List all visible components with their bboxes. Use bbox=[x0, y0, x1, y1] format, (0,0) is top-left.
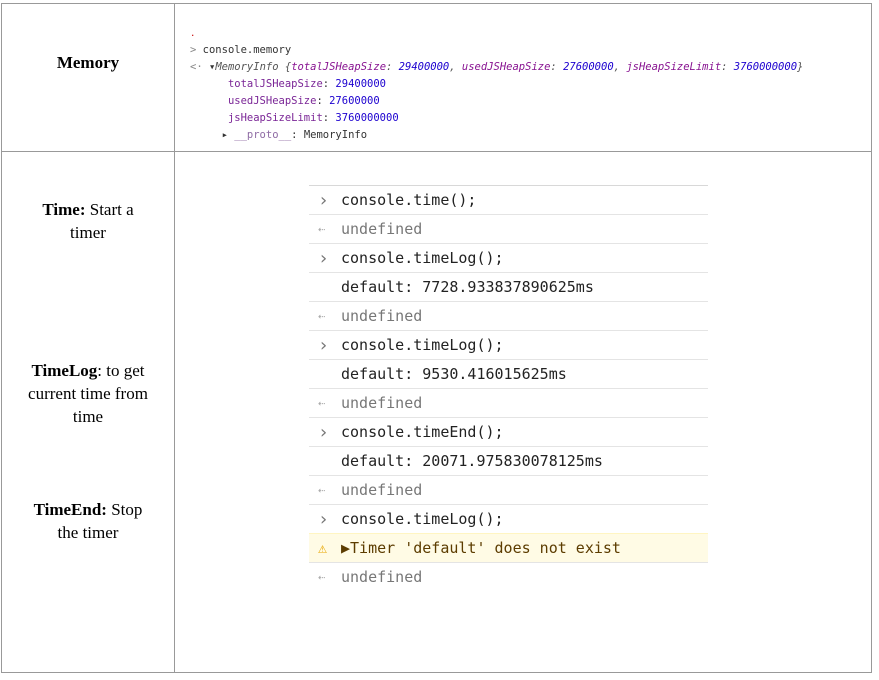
console-row-input: › console.timeLog(); bbox=[309, 330, 708, 359]
timelog-label: TimeLog: to get current time from time bbox=[2, 359, 174, 428]
console-row-input: › console.timeLog(); bbox=[309, 504, 708, 533]
timelog-label-rest: : to get bbox=[97, 361, 145, 380]
memory-proto-line[interactable]: ▸ __proto__: MemoryInfo bbox=[190, 127, 803, 144]
chevron-right-icon: > bbox=[190, 44, 197, 56]
console-row-text: default: 9530.416015625ms bbox=[341, 365, 567, 383]
warning-icon: ⚠ bbox=[318, 539, 328, 557]
console-row-text: console.timeEnd(); bbox=[341, 423, 504, 441]
return-arrow-icon: ⇠ bbox=[318, 483, 326, 497]
summary-value-2: 27600000 bbox=[563, 61, 614, 73]
console-row-result: ⇠ undefined bbox=[309, 562, 708, 591]
proto-value: MemoryInfo bbox=[303, 129, 368, 141]
timelog-label-rest3: time bbox=[72, 407, 104, 426]
column-divider bbox=[174, 4, 175, 672]
time-label-rest2: timer bbox=[70, 223, 106, 242]
console-row-result: ⇠ undefined bbox=[309, 301, 708, 330]
chevron-right-icon: › bbox=[318, 509, 329, 530]
console-row-text: console.time(); bbox=[341, 191, 477, 209]
memory-prop: jsHeapSizeLimit: 3760000000 bbox=[227, 112, 399, 124]
time-console: › console.time(); ⇠ undefined › console.timeL… bbox=[309, 185, 708, 591]
memory-command-line: > console.memory bbox=[190, 42, 803, 59]
time-label-bold: Time: bbox=[42, 200, 86, 219]
return-arrow-icon: ⇠ bbox=[318, 222, 326, 236]
memory-label: Memory bbox=[2, 51, 174, 74]
console-row-text[interactable]: ▶Timer 'default' does not exist bbox=[341, 534, 621, 563]
memory-summary-type: MemoryInfo bbox=[215, 61, 279, 73]
timeend-label-rest: Stop bbox=[106, 500, 143, 519]
timelog-label-rest2: current time from bbox=[28, 384, 148, 403]
memory-summary-line[interactable]: <· ▾MemoryInfo {totalJSHeapSize: 2940000… bbox=[190, 59, 803, 76]
chevron-right-icon: › bbox=[318, 422, 329, 443]
console-row-output: default: 7728.933837890625ms bbox=[309, 272, 708, 301]
proto-key: __proto__ bbox=[234, 129, 292, 141]
console-row-text: undefined bbox=[341, 394, 423, 412]
time-label-rest: Start a bbox=[85, 200, 134, 219]
memory-command: console.memory bbox=[202, 44, 292, 56]
summary-key-2: usedJSHeapSize bbox=[461, 61, 551, 73]
prop-key: usedJSHeapSize bbox=[227, 95, 317, 107]
summary-value-3: 3760000000 bbox=[733, 61, 798, 73]
console-row-input: › console.timeEnd(); bbox=[309, 417, 708, 446]
timeend-label-rest2: the timer bbox=[57, 523, 119, 542]
summary-close: } bbox=[797, 61, 804, 73]
timelog-label-bold: TimeLog bbox=[31, 361, 98, 380]
chevron-right-icon: › bbox=[318, 248, 329, 269]
summary-key-1: totalJSHeapSize bbox=[291, 61, 387, 73]
console-row-warning: ⚠ ▶Timer 'default' does not exist bbox=[309, 533, 708, 562]
row-divider bbox=[2, 151, 871, 152]
time-label: Time: Start a timer bbox=[2, 198, 174, 244]
summary-open: { bbox=[278, 61, 292, 73]
console-row-text: default: 20071.975830078125ms bbox=[341, 452, 603, 470]
console-row-text: undefined bbox=[341, 481, 423, 499]
console-row-text: undefined bbox=[341, 307, 423, 325]
memory-prop: totalJSHeapSize: 29400000 bbox=[227, 78, 386, 90]
prop-key: jsHeapSizeLimit bbox=[227, 112, 323, 124]
console-row-text: console.timeLog(); bbox=[341, 249, 504, 267]
chevron-right-icon: › bbox=[318, 335, 329, 356]
chevron-right-icon: › bbox=[318, 190, 329, 211]
return-arrow-icon: ⇠ bbox=[318, 309, 326, 323]
return-arrow-icon: ⇠ bbox=[318, 396, 326, 410]
memory-prop: usedJSHeapSize: 27600000 bbox=[227, 95, 380, 107]
console-row-text: undefined bbox=[341, 220, 423, 238]
console-row-text: console.timeLog(); bbox=[341, 336, 504, 354]
timeend-label: TimeEnd: Stop the timer bbox=[2, 498, 174, 544]
console-row-text: undefined bbox=[341, 568, 423, 586]
console-row-text: default: 7728.933837890625ms bbox=[341, 278, 594, 296]
expand-triangle-icon[interactable]: ▸ bbox=[222, 129, 228, 141]
prop-value: 29400000 bbox=[335, 78, 386, 90]
memory-label-text: Memory bbox=[56, 53, 120, 72]
console-row-result: ⇠ undefined bbox=[309, 475, 708, 504]
console-row-result: ⇠ undefined bbox=[309, 214, 708, 243]
console-row-output: default: 20071.975830078125ms bbox=[309, 446, 708, 475]
console-row-input: › console.time(); bbox=[309, 185, 708, 214]
console-row-text: console.timeLog(); bbox=[341, 510, 504, 528]
summary-key-3: jsHeapSizeLimit bbox=[626, 61, 722, 73]
prop-value: 3760000000 bbox=[335, 112, 399, 124]
prop-key: totalJSHeapSize bbox=[227, 78, 323, 90]
return-arrow-icon: <· bbox=[190, 61, 203, 73]
memory-console: . > console.memory <· ▾MemoryInfo {totalJS… bbox=[190, 8, 803, 144]
return-arrow-icon: ⇠ bbox=[318, 570, 326, 584]
console-row-result: ⇠ undefined bbox=[309, 388, 708, 417]
timeend-label-bold: TimeEnd: bbox=[33, 500, 107, 519]
console-dot: . bbox=[190, 29, 196, 39]
console-row-output: default: 9530.416015625ms bbox=[309, 359, 708, 388]
prop-value: 27600000 bbox=[329, 95, 380, 107]
console-row-input: › console.timeLog(); bbox=[309, 243, 708, 272]
summary-value-1: 29400000 bbox=[398, 61, 450, 73]
